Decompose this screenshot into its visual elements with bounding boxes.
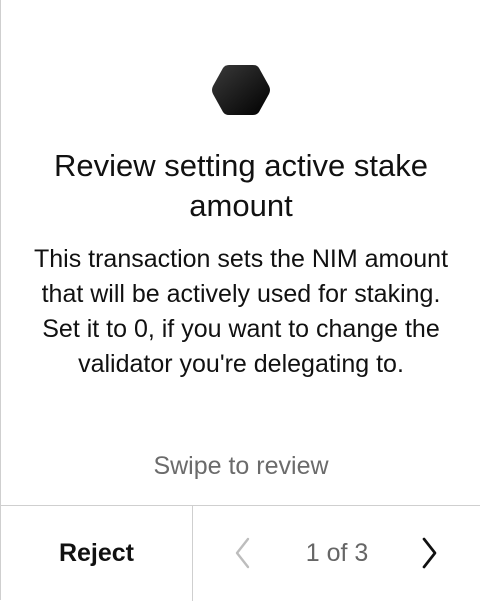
page-indicator: 1 of 3: [305, 539, 369, 567]
reject-button[interactable]: Reject: [1, 506, 193, 601]
review-content[interactable]: Review setting active stake amount This …: [1, 0, 480, 505]
review-screen: Review setting active stake amount This …: [0, 0, 480, 601]
chevron-left-icon: [235, 537, 250, 569]
page-title: Review setting active stake amount: [54, 148, 428, 223]
previous-page-button[interactable]: [229, 533, 255, 573]
swipe-hint: Swipe to review: [153, 452, 329, 480]
page-navigation: 1 of 3: [193, 506, 480, 601]
next-page-button[interactable]: [417, 533, 443, 573]
transaction-description: This transaction sets the NIM amount tha…: [33, 245, 449, 378]
navigation-footer: Reject 1 of 3: [1, 505, 480, 601]
chevron-right-icon: [422, 537, 437, 569]
nimiq-hexagon-icon: [212, 64, 270, 116]
